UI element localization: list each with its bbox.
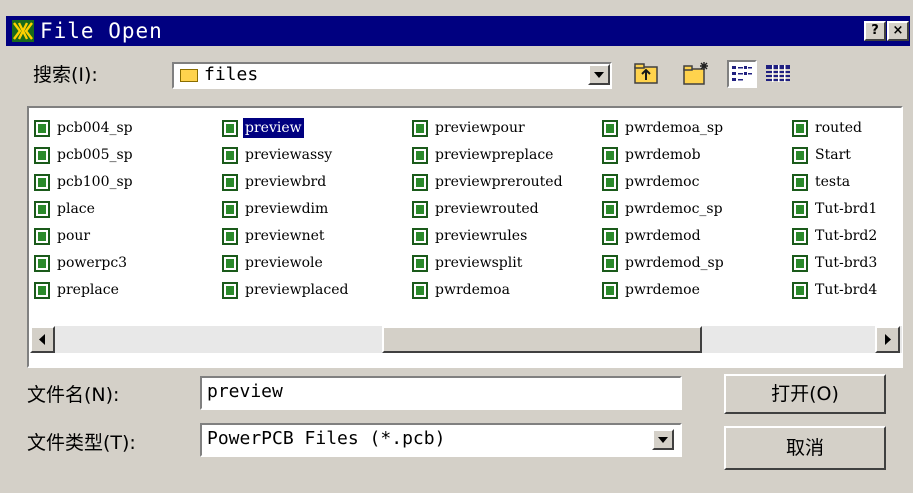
close-button[interactable]: × (887, 21, 909, 41)
pcb-file-icon (222, 120, 238, 137)
file-name: place (57, 201, 95, 217)
file-name: pwrdemoc_sp (625, 201, 723, 217)
file-name: previewprerouted (435, 174, 563, 190)
horizontal-scrollbar[interactable] (30, 326, 902, 353)
file-name: previewsplit (435, 255, 523, 271)
file-name: pwrdemoe (625, 282, 700, 298)
pcb-file-icon (792, 282, 808, 299)
file-name: preplace (57, 282, 119, 298)
lookin-value: files (204, 64, 259, 85)
window-title: File Open (40, 19, 163, 43)
filetype-dropdown[interactable]: PowerPCB Files (*.pcb) (200, 423, 682, 457)
file-name: previewplaced (245, 282, 349, 298)
pcb-file-icon (792, 120, 808, 137)
file-name: pcb004_sp (57, 120, 133, 136)
scroll-right-button[interactable] (875, 326, 900, 353)
scroll-thumb[interactable] (382, 326, 702, 353)
up-folder-icon[interactable] (632, 60, 662, 88)
filetype-value: PowerPCB Files (*.pcb) (207, 428, 446, 449)
file-name: pwrdemoa (435, 282, 510, 298)
pcb-file-icon (412, 282, 428, 299)
lookin-dropdown[interactable]: files (172, 62, 612, 89)
pcb-file-icon (222, 201, 238, 218)
filetype-label: 文件类型(T): (27, 432, 136, 454)
file-name: Tut-brd4 (815, 282, 878, 298)
pcb-file-icon (34, 282, 50, 299)
file-name: previewpreplace (435, 147, 554, 163)
new-folder-icon[interactable] (681, 60, 711, 88)
pcb-file-icon (602, 201, 618, 218)
pcb-file-icon (602, 120, 618, 137)
file-name: previewole (245, 255, 323, 271)
filename-input[interactable]: preview (200, 376, 682, 410)
filetype-dropdown-arrow[interactable] (652, 429, 674, 450)
help-button[interactable]: ? (864, 21, 886, 41)
pcb-file-icon (412, 120, 428, 137)
file-name: previewnet (245, 228, 325, 244)
pcb-file-icon (412, 255, 428, 272)
pcb-file-icon (792, 201, 808, 218)
file-name: Start (815, 147, 851, 163)
pcb-file-icon (602, 228, 618, 245)
file-name: pwrdemod (625, 228, 701, 244)
file-name: routed (815, 120, 863, 136)
file-name: previewrouted (435, 201, 539, 217)
filename-value: preview (207, 381, 283, 402)
pcb-file-icon (34, 201, 50, 218)
pcb-file-icon (792, 255, 808, 272)
title-bar[interactable]: File Open ? × (6, 16, 910, 46)
pcb-file-icon (222, 282, 238, 299)
open-button[interactable]: 打开(O) (724, 374, 886, 414)
pcb-file-icon (34, 255, 50, 272)
file-name: pwrdemod_sp (625, 255, 724, 271)
folder-icon (180, 69, 198, 82)
pcb-file-icon (34, 120, 50, 137)
file-name: previewdim (245, 201, 329, 217)
pcb-file-icon (34, 228, 50, 245)
file-name: previewpour (435, 120, 525, 136)
pcb-file-icon (792, 174, 808, 191)
pcb-file-icon (412, 174, 428, 191)
scroll-left-button[interactable] (30, 326, 55, 353)
file-name: Tut-brd1 (815, 201, 878, 217)
file-name: pcb005_sp (57, 147, 133, 163)
pcb-file-icon (792, 147, 808, 164)
file-name: pwrdemoc (625, 174, 700, 190)
file-name: pwrdemoa_sp (625, 120, 724, 136)
pcb-file-icon (602, 147, 618, 164)
pcb-file-icon (412, 228, 428, 245)
details-view-icon[interactable] (763, 60, 793, 88)
pcb-file-icon (222, 174, 238, 191)
pcb-file-icon (792, 228, 808, 245)
file-name: pwrdemob (625, 147, 701, 163)
app-icon (12, 20, 34, 42)
pcb-file-icon (602, 282, 618, 299)
file-name: preview (243, 118, 304, 138)
pcb-file-icon (412, 147, 428, 164)
pcb-file-icon (602, 174, 618, 191)
file-name: previewrules (435, 228, 528, 244)
pcb-file-icon (222, 147, 238, 164)
cancel-button[interactable]: 取消 (724, 426, 886, 470)
file-name: pour (57, 228, 91, 244)
pcb-file-icon (34, 174, 50, 191)
filename-label: 文件名(N): (27, 384, 120, 406)
list-view-icon[interactable] (727, 60, 757, 88)
file-name: testa (815, 174, 851, 190)
pcb-file-icon (602, 255, 618, 272)
pcb-file-icon (222, 255, 238, 272)
pcb-file-icon (34, 147, 50, 164)
file-name: Tut-brd2 (815, 228, 878, 244)
pcb-file-icon (412, 201, 428, 218)
file-name: Tut-brd3 (815, 255, 878, 271)
pcb-file-icon (222, 228, 238, 245)
file-name: previewassy (245, 147, 333, 163)
file-name: previewbrd (245, 174, 327, 190)
file-open-dialog: File Open ? × 搜索(I): files pcb004_sp pcb… (0, 0, 913, 493)
lookin-label: 搜索(I): (33, 64, 98, 86)
lookin-dropdown-arrow[interactable] (588, 64, 610, 85)
file-name: powerpc3 (57, 255, 128, 271)
file-name: pcb100_sp (57, 174, 133, 190)
